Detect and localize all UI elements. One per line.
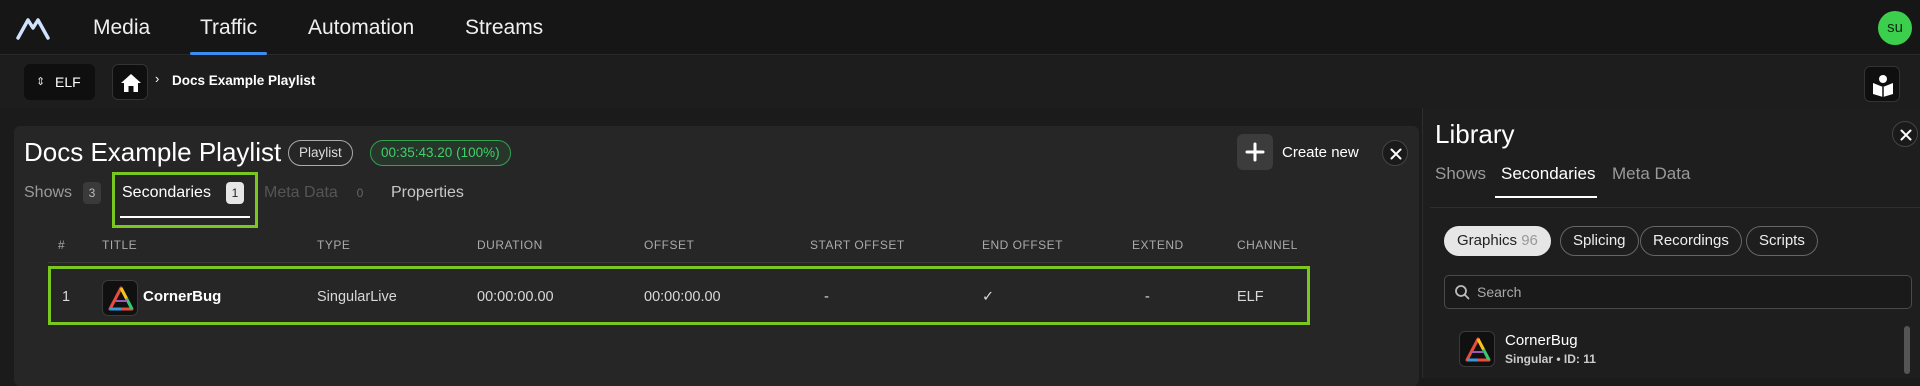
column-header-number: #	[58, 238, 66, 252]
chip-count: 96	[1521, 232, 1538, 249]
user-avatar[interactable]: su	[1878, 11, 1912, 45]
breadcrumb-bar: ⇕ ELF › Docs Example Playlist	[0, 56, 1920, 108]
column-header-end-offset[interactable]: END OFFSET	[982, 238, 1063, 252]
close-icon	[1390, 148, 1402, 160]
nav-tab-streams[interactable]: Streams	[465, 0, 543, 55]
meta-data-count-badge: 0	[356, 186, 364, 200]
singular-logo-icon	[1459, 331, 1495, 367]
column-header-title[interactable]: TITLE	[102, 238, 137, 252]
column-header-type[interactable]: TYPE	[317, 238, 350, 252]
library-item-meta: Singular • ID: 11	[1505, 352, 1596, 366]
table-header-divider	[48, 262, 1300, 263]
close-playlist-button[interactable]	[1382, 140, 1408, 166]
library-item-name: CornerBug	[1505, 332, 1578, 349]
column-header-offset[interactable]: OFFSET	[644, 238, 694, 252]
library-scrollbar[interactable]	[1904, 326, 1910, 374]
filter-chip-recordings[interactable]: Recordings	[1640, 226, 1742, 256]
channel-label: ELF	[55, 74, 81, 90]
column-header-extend[interactable]: EXTEND	[1132, 238, 1184, 252]
plus-icon	[1245, 142, 1265, 162]
tab-shows[interactable]: Shows	[24, 184, 72, 202]
library-active-tab-underline	[1495, 196, 1597, 198]
breadcrumb-current[interactable]: Docs Example Playlist	[172, 73, 315, 88]
column-header-channel[interactable]: CHANNEL	[1237, 238, 1298, 252]
channel-selector[interactable]: ⇕ ELF	[24, 64, 95, 100]
create-new-button[interactable]	[1237, 134, 1273, 170]
filter-chip-splicing[interactable]: Splicing	[1560, 226, 1639, 256]
secondaries-tab-highlight	[112, 172, 258, 228]
search-input[interactable]	[1477, 276, 1897, 308]
nav-tab-traffic[interactable]: Traffic	[189, 0, 268, 55]
filter-chip-graphics[interactable]: Graphics 96	[1444, 226, 1551, 256]
column-header-start-offset[interactable]: START OFFSET	[810, 238, 905, 252]
library-search[interactable]	[1444, 275, 1912, 309]
book-reader-icon	[1873, 75, 1893, 97]
duration-badge: 00:35:43.20 (100%)	[370, 140, 511, 166]
app-logo-icon[interactable]	[16, 14, 50, 40]
column-header-duration[interactable]: DURATION	[477, 238, 543, 252]
filter-chip-scripts[interactable]: Scripts	[1746, 226, 1818, 256]
sort-arrows-icon: ⇕	[36, 76, 46, 88]
library-tab-secondaries[interactable]: Secondaries	[1501, 164, 1596, 184]
library-divider	[1430, 207, 1920, 208]
home-icon	[121, 74, 141, 92]
tab-properties[interactable]: Properties	[391, 184, 464, 202]
search-icon	[1455, 285, 1470, 300]
home-button[interactable]	[112, 64, 148, 100]
library-tab-meta-data[interactable]: Meta Data	[1612, 164, 1690, 184]
close-library-button[interactable]	[1892, 121, 1918, 147]
nav-tab-media[interactable]: Media	[93, 0, 150, 55]
library-toggle-button[interactable]	[1864, 66, 1900, 102]
chevron-right-icon: ›	[155, 71, 160, 86]
playlist-type-badge: Playlist	[288, 140, 353, 166]
library-title: Library	[1435, 119, 1515, 149]
playlist-title: Docs Example Playlist	[24, 137, 282, 167]
shows-count-badge: 3	[83, 182, 101, 204]
library-tab-shows[interactable]: Shows	[1435, 164, 1486, 184]
row-highlight	[48, 266, 1310, 325]
chip-label: Graphics	[1457, 232, 1518, 249]
create-new-label[interactable]: Create new	[1282, 144, 1359, 161]
nav-tab-automation[interactable]: Automation	[308, 0, 414, 55]
close-icon	[1900, 129, 1912, 141]
tab-meta-data[interactable]: Meta Data	[264, 184, 338, 202]
top-navigation: Media Traffic Automation Streams su	[0, 0, 1920, 55]
